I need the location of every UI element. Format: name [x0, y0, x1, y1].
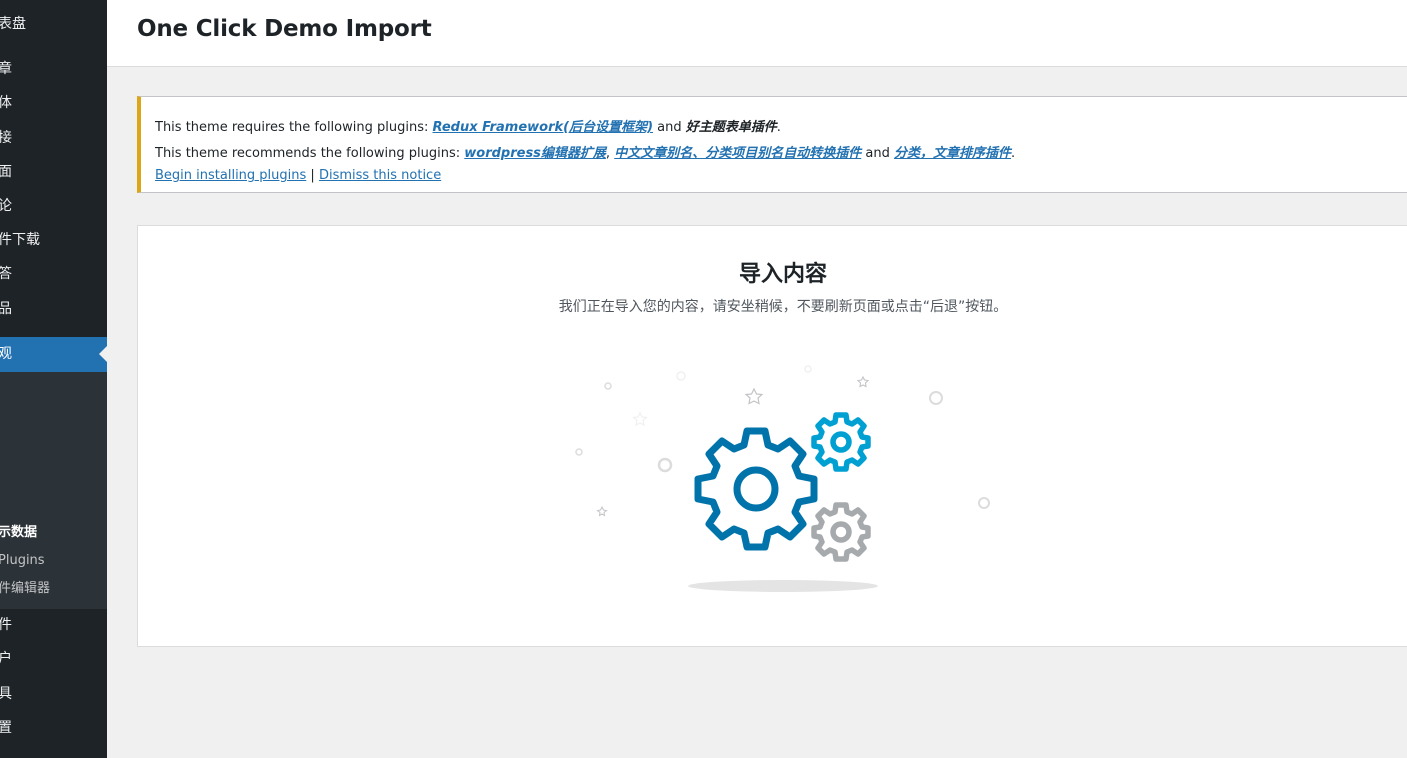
menu-item-downloads[interactable]: 件下载: [0, 223, 107, 257]
menu-item-answers[interactable]: 答: [0, 257, 107, 291]
menu-item-label: 接: [0, 130, 12, 146]
submenu-item-editor[interactable]: 件编辑器: [0, 575, 107, 603]
admin-sidebar: 表盘 章 体 接 面 论 件下载 答 品 观 示数据 Plugins 件编辑器 …: [0, 0, 107, 758]
submenu-item-label: 件编辑器: [0, 581, 51, 596]
decor-star-icon: [596, 505, 608, 517]
menu-item-label: 章: [0, 61, 12, 77]
menu-item-posts[interactable]: 章: [0, 52, 107, 86]
menu-item-label: 表盘: [0, 16, 26, 32]
menu-item-label: 面: [0, 164, 12, 180]
notice-text: and: [865, 146, 890, 161]
menu-item-label: 件: [0, 617, 12, 633]
menu-item-appearance[interactable]: 观: [0, 337, 107, 372]
active-pointer: [99, 346, 107, 362]
begin-installing-link[interactable]: Begin installing plugins: [155, 168, 306, 183]
sort-plugin-link[interactable]: 分类，文章排序插件: [894, 146, 1011, 161]
notice-text: .: [1010, 146, 1016, 161]
notice-text: This theme recommends the following plug…: [155, 146, 461, 161]
menu-item-label: 件下载: [0, 232, 40, 248]
slug-convert-link[interactable]: 中文文章别名、分类项目别名自动转换插件: [614, 146, 861, 161]
notice-text: ,: [605, 146, 611, 161]
menu-item-dashboard[interactable]: 表盘: [0, 7, 107, 41]
decor-star-icon: [856, 375, 870, 388]
menu-item-pages[interactable]: 面: [0, 155, 107, 189]
import-description: 我们正在导入您的内容，请安坐稍候，不要刷新页面或点击“后退”按钮。: [558, 299, 1008, 315]
submenu-item-plugins[interactable]: Plugins: [0, 547, 107, 575]
menu-item-label: 品: [0, 301, 12, 317]
plugin-notice: This theme requires the following plugin…: [137, 96, 1407, 193]
menu-item-products[interactable]: 品: [0, 292, 107, 326]
page-title: One Click Demo Import: [137, 16, 432, 42]
notice-text: .: [776, 120, 781, 135]
menu-item-settings[interactable]: 置: [0, 711, 107, 745]
appearance-submenu: 示数据 Plugins 件编辑器: [0, 372, 107, 609]
menu-item-tools[interactable]: 具: [0, 677, 107, 711]
menu-item-label: 具: [0, 686, 12, 702]
decor-circle-icon: [657, 457, 673, 473]
dismiss-notice-link[interactable]: Dismiss this notice: [319, 168, 441, 183]
recommended-plugins-line: This theme recommends the following plug…: [155, 142, 1015, 161]
shadow-ellipse: [688, 580, 878, 592]
import-title: 导入内容: [738, 262, 827, 287]
menu-item-links[interactable]: 接: [0, 121, 107, 155]
menu-item-label: 观: [0, 346, 12, 362]
small-gray-gear-icon: [811, 502, 871, 562]
decor-circle-icon: [978, 497, 990, 509]
submenu-item-demo-data[interactable]: 示数据: [0, 519, 107, 547]
decor-circle-icon: [604, 382, 612, 390]
notice-text: This theme requires the following plugin…: [155, 120, 429, 135]
submenu-item-label: 示数据: [0, 525, 38, 540]
menu-item-users[interactable]: 户: [0, 642, 107, 676]
menu-item-label: 答: [0, 266, 12, 282]
decor-circle-icon: [575, 448, 583, 456]
menu-item-label: 体: [0, 95, 12, 111]
large-gear-icon: [694, 427, 818, 551]
decor-star-icon: [632, 411, 648, 427]
action-separator: |: [310, 168, 315, 183]
notice-actions: Begin installing plugins | Dismiss this …: [155, 168, 441, 183]
decor-circle-icon: [929, 391, 943, 405]
decor-star-icon: [744, 387, 764, 405]
menu-item-plugins[interactable]: 件: [0, 608, 107, 642]
editor-extension-link[interactable]: wordpress编辑器扩展: [464, 146, 606, 161]
redux-framework-link[interactable]: Redux Framework(后台设置框架): [433, 120, 654, 135]
form-plugin-name: 好主题表单插件: [685, 120, 777, 135]
import-panel: 导入内容 我们正在导入您的内容，请安坐稍候，不要刷新页面或点击“后退”按钮。: [137, 225, 1407, 647]
page-header: One Click Demo Import: [107, 0, 1407, 67]
importing-gears-illustration: [575, 365, 990, 592]
decor-circle-icon: [676, 371, 686, 381]
required-plugins-line: This theme requires the following plugin…: [155, 116, 781, 135]
submenu-item-label: Plugins: [0, 553, 45, 568]
menu-item-comments[interactable]: 论: [0, 189, 107, 223]
decor-circle-icon: [804, 365, 812, 373]
menu-item-label: 置: [0, 720, 12, 736]
notice-text: and: [657, 120, 682, 135]
menu-item-label: 论: [0, 198, 12, 214]
small-blue-gear-icon: [811, 412, 871, 472]
menu-item-label: 户: [0, 651, 12, 667]
menu-item-media[interactable]: 体: [0, 86, 107, 120]
